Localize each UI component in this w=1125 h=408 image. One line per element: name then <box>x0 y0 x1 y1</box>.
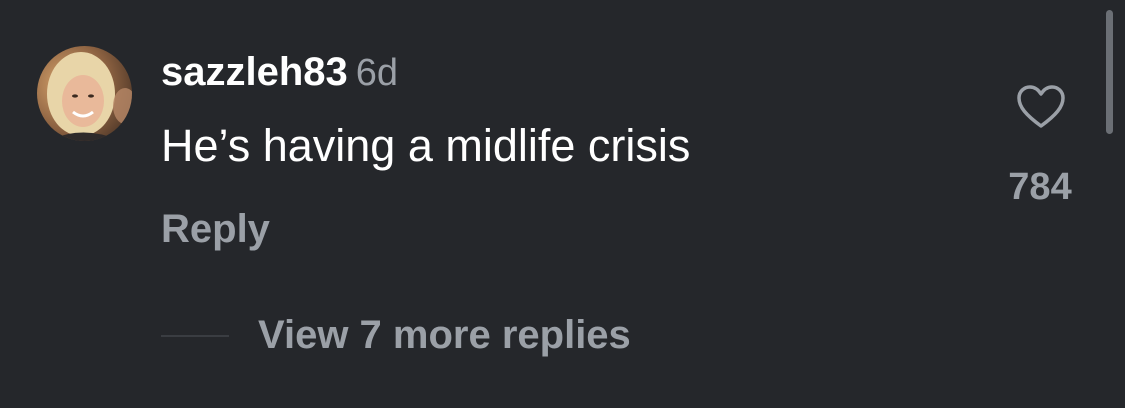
comment-text: He’s having a midlife crisis <box>161 120 691 171</box>
avatar[interactable] <box>37 46 132 141</box>
username[interactable]: sazzleh83 <box>161 50 348 94</box>
timestamp: 6d <box>355 52 399 94</box>
scrollbar[interactable] <box>1106 10 1113 134</box>
like-count: 784 <box>1008 166 1072 208</box>
view-more-replies-button[interactable]: View 7 more replies <box>258 309 631 361</box>
replies-divider <box>161 335 229 337</box>
heart-icon[interactable] <box>1016 84 1066 130</box>
comment-header: sazzleh83 6d <box>161 46 398 107</box>
reply-button[interactable]: Reply <box>161 203 270 255</box>
avatar-photo <box>37 46 132 141</box>
